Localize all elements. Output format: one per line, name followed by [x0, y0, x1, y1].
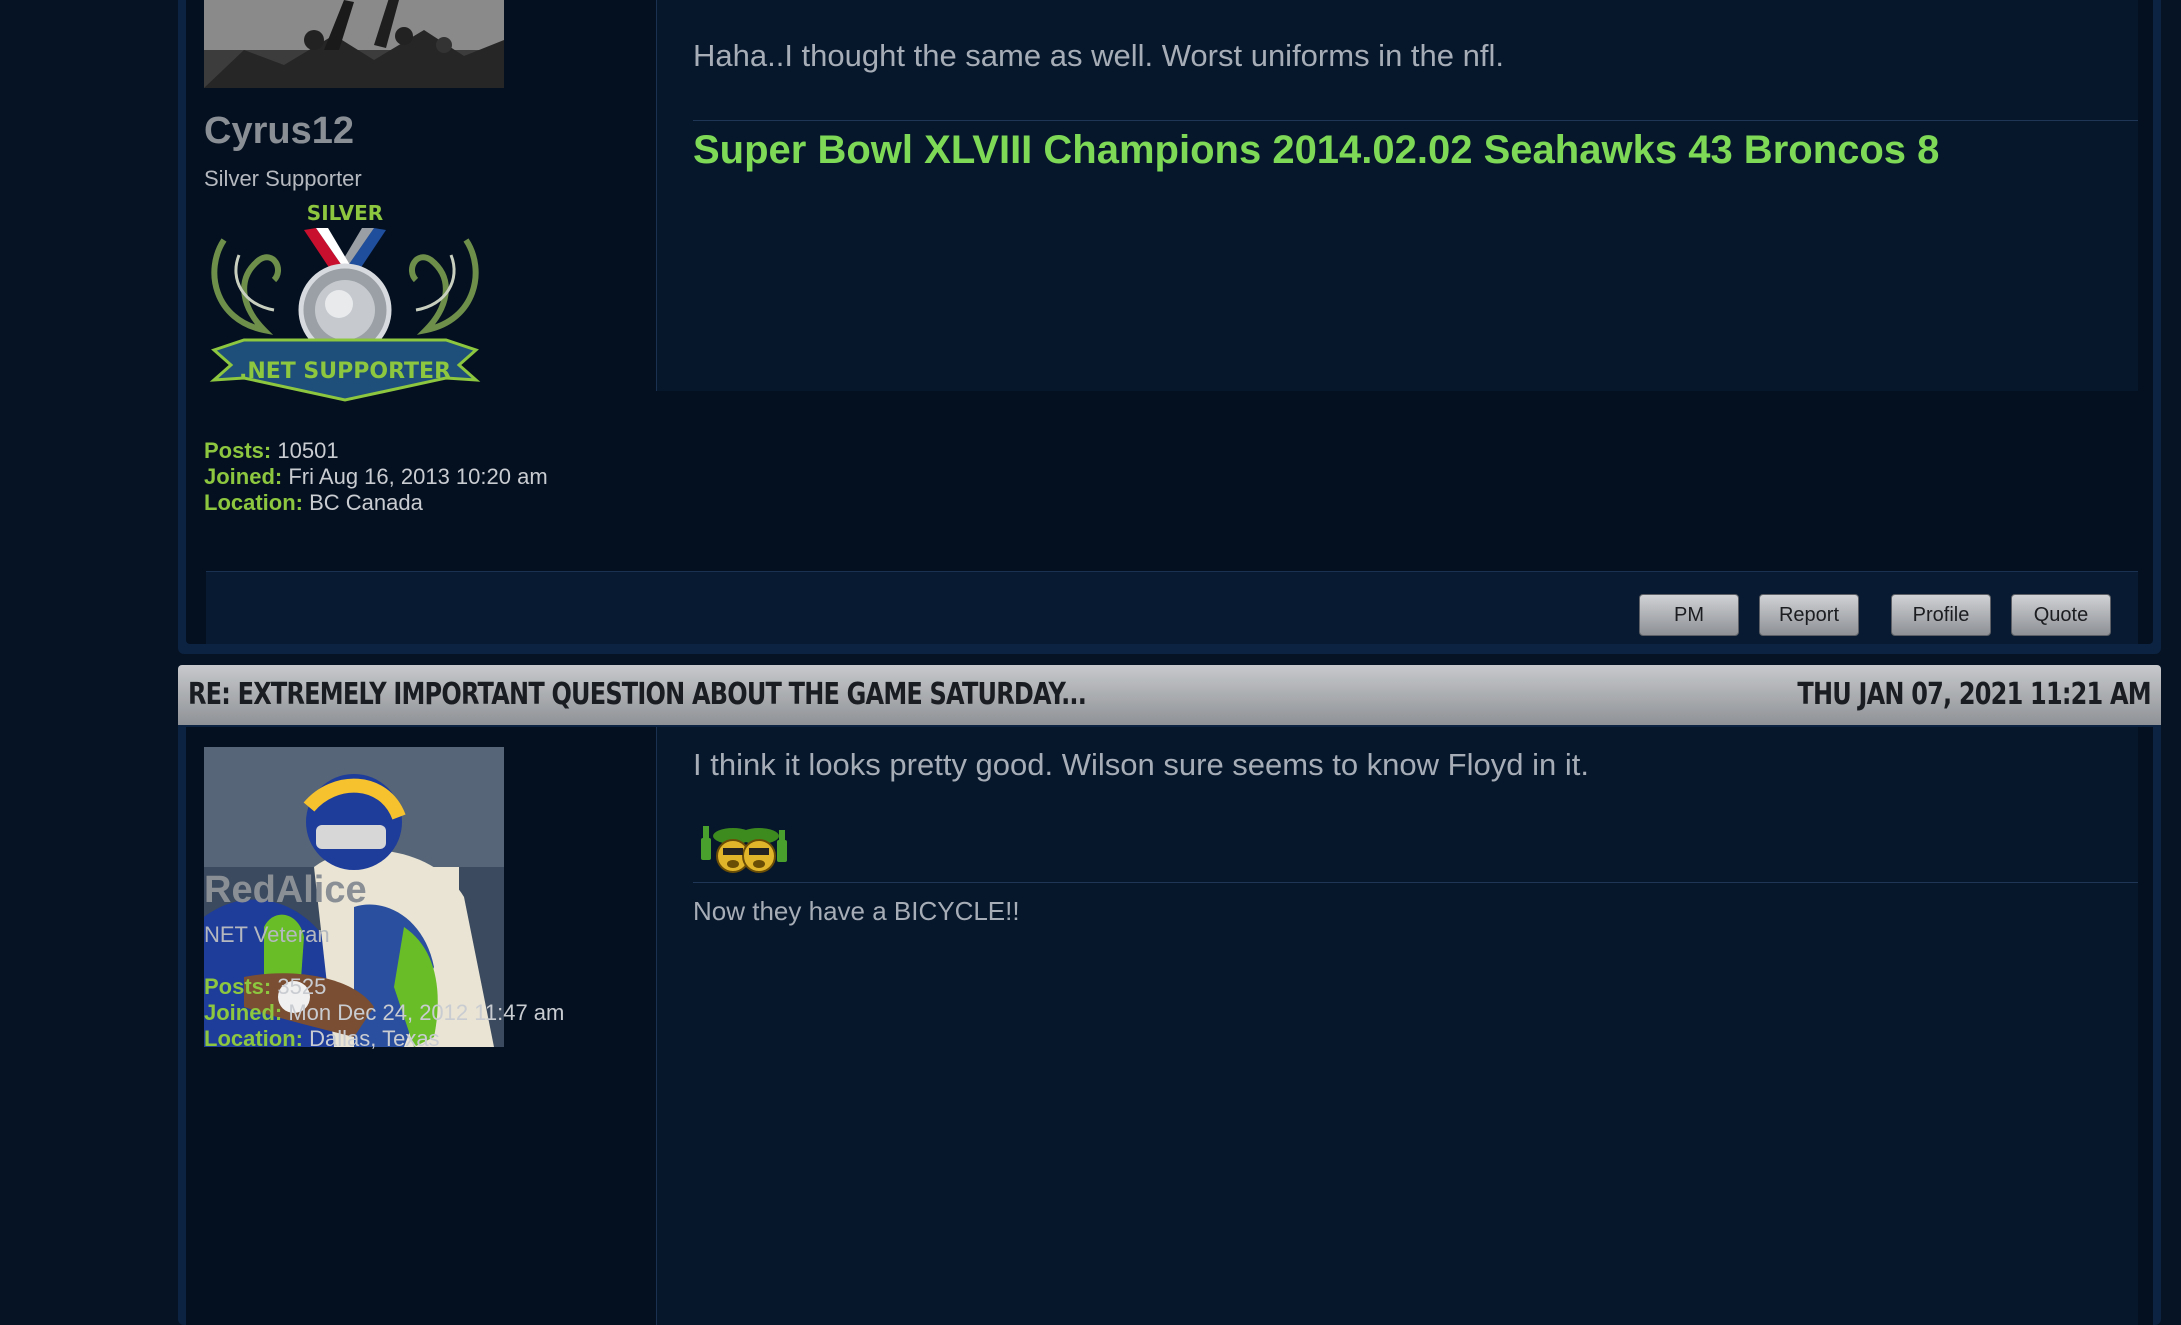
- signature-divider: [693, 882, 2138, 883]
- user-stats: Posts: 10501 Joined: Fri Aug 16, 2013 10…: [204, 438, 548, 516]
- stat-label: Posts:: [204, 438, 272, 463]
- post-body-wrapper: Cyrus12 Silver Supporter SILVER .NET SUP…: [186, 0, 2153, 644]
- stat-location: Location: BC Canada: [204, 490, 548, 516]
- post-profile: Cyrus12 Silver Supporter SILVER .NET SUP…: [186, 0, 656, 644]
- post-body-wrapper: RedAlice NET Veteran Posts: 3525 Joined:…: [186, 727, 2153, 1325]
- stat-value: 3525: [277, 974, 327, 999]
- stat-label: Location:: [204, 490, 303, 515]
- report-button[interactable]: Report: [1759, 594, 1859, 636]
- stat-posts: Posts: 10501: [204, 438, 548, 464]
- stat-value: Dallas, Texas: [309, 1026, 440, 1051]
- user-rank: Silver Supporter: [204, 166, 362, 191]
- post-date: THU JAN 07, 2021 11:21 AM: [1797, 677, 2152, 712]
- badge-text-top: SILVER: [307, 201, 383, 225]
- user-rank: NET Veteran: [204, 922, 330, 947]
- cheers-smiley-icon: [697, 822, 793, 878]
- signature-divider: [693, 120, 2138, 121]
- stat-label: Posts:: [204, 974, 272, 999]
- post-header: RE: EXTREMELY IMPORTANT QUESTION ABOUT T…: [178, 665, 2161, 725]
- post-actions: PM Report Profile Quote: [206, 571, 2138, 644]
- post-content: Haha..I thought the same as well. Worst …: [656, 0, 2138, 391]
- signature-text: Now they have a BICYCLE!!: [693, 896, 1020, 926]
- post-text: Haha..I thought the same as well. Worst …: [693, 38, 1504, 73]
- post-profile: RedAlice NET Veteran Posts: 3525 Joined:…: [186, 727, 656, 1325]
- badge-text-ribbon: .NET SUPPORTER: [239, 359, 451, 384]
- stat-value: 10501: [277, 438, 339, 463]
- username[interactable]: Cyrus12: [204, 110, 354, 153]
- post-title[interactable]: RE: EXTREMELY IMPORTANT QUESTION ABOUT T…: [188, 677, 1087, 712]
- profile-button[interactable]: Profile: [1891, 594, 1991, 636]
- signature-text: Super Bowl XLVIII Champions 2014.02.02 S…: [693, 128, 1940, 172]
- stat-value: Mon Dec 24, 2012 11:47 am: [288, 1000, 565, 1025]
- stat-value: BC Canada: [309, 490, 423, 515]
- pm-button[interactable]: PM: [1639, 594, 1739, 636]
- quote-button[interactable]: Quote: [2011, 594, 2111, 636]
- stat-label: Joined:: [204, 464, 283, 489]
- silver-supporter-badge: SILVER .NET SUPPORTER: [204, 200, 486, 410]
- avatar[interactable]: [204, 0, 504, 88]
- stat-joined: Joined: Mon Dec 24, 2012 11:47 am: [204, 1000, 564, 1026]
- post-cyrus12: Cyrus12 Silver Supporter SILVER .NET SUP…: [178, 0, 2161, 654]
- stat-value: Fri Aug 16, 2013 10:20 am: [288, 464, 548, 489]
- stat-label: Location:: [204, 1026, 303, 1051]
- stat-location: Location: Dallas, Texas: [204, 1026, 564, 1052]
- post-content: I think it looks pretty good. Wilson sur…: [656, 727, 2138, 1325]
- post-redalice: RE: EXTREMELY IMPORTANT QUESTION ABOUT T…: [178, 665, 2161, 1325]
- stat-label: Joined:: [204, 1000, 283, 1025]
- username[interactable]: RedAlice: [204, 869, 367, 912]
- stat-joined: Joined: Fri Aug 16, 2013 10:20 am: [204, 464, 548, 490]
- user-stats: Posts: 3525 Joined: Mon Dec 24, 2012 11:…: [204, 974, 564, 1052]
- stat-posts: Posts: 3525: [204, 974, 564, 1000]
- post-text: I think it looks pretty good. Wilson sur…: [693, 747, 1589, 782]
